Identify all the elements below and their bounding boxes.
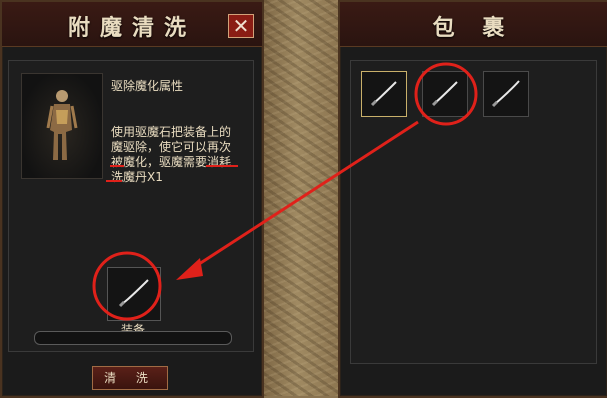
character-figure-icon [46,90,78,160]
close-button[interactable]: ✕ [228,14,254,38]
progress-bar [34,331,232,345]
inventory-title: 包 裹 [432,15,515,41]
inventory-grid [350,60,597,364]
clean-button[interactable]: 清 洗 [92,366,168,390]
inventory-panel: 包 裹 [338,0,607,398]
equipment-slot[interactable] [107,267,161,321]
blade-icon [118,279,149,308]
inventory-slot-1[interactable] [361,71,407,117]
content-box: 驱除魔化属性 使用驱魔石把装备上的魔驱除，使它可以再次被魔化，驱魔需要消耗洗魔丹… [8,60,254,352]
saber-icon [491,80,520,108]
blade-icon [370,81,397,107]
character-portrait [21,73,103,179]
sword-icon [431,81,458,107]
right-titlebar: 包 裹 [340,2,607,47]
inventory-slot-2[interactable] [422,71,468,117]
left-titlebar: 附魔清洗 ✕ [2,2,262,47]
description-text: 使用驱魔石把装备上的魔驱除，使它可以再次被魔化，驱魔需要消耗洗魔丹X1 [111,125,232,184]
description-title: 驱除魔化属性 [111,79,184,93]
inventory-slot-3[interactable] [483,71,529,117]
panel-title: 附魔清洗 [67,15,196,41]
ground-texture [262,0,340,396]
enchant-clean-panel: 附魔清洗 ✕ 驱除魔化属性 使用驱魔石把装备上的魔驱除，使它可以再次被魔化，驱魔… [0,0,264,398]
